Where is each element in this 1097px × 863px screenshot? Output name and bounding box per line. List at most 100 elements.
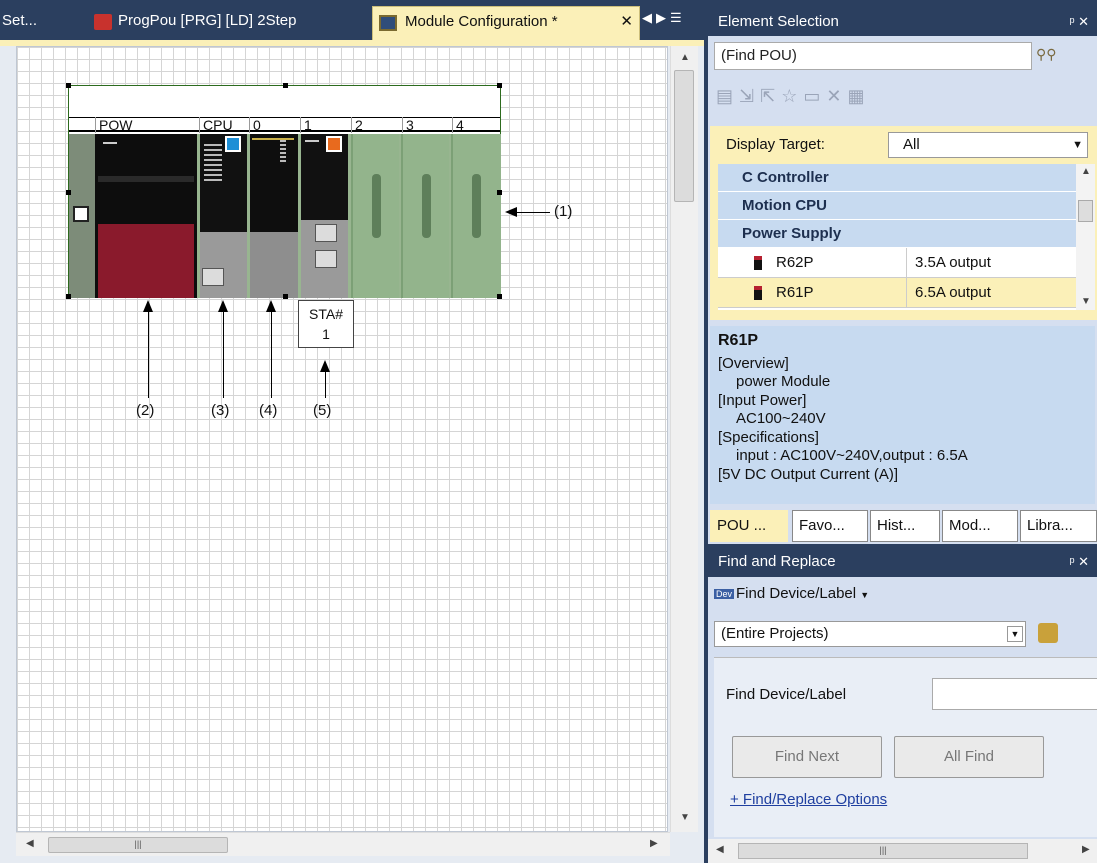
slot-1-module[interactable]: [301, 134, 348, 298]
horizontal-scrollbar[interactable]: ◀ ||| ▶: [708, 839, 1097, 863]
pin-icon[interactable]: ᵖ ✕: [1070, 8, 1089, 36]
station-number-box[interactable]: STA# 1: [298, 300, 354, 348]
scroll-down-icon[interactable]: ▼: [1081, 296, 1091, 307]
find-device-input[interactable]: [932, 678, 1097, 710]
all-find-button[interactable]: All Find: [894, 736, 1044, 778]
selection-handle[interactable]: [497, 83, 502, 88]
scroll-down-icon[interactable]: ▼: [680, 812, 690, 823]
scrollbar-thumb[interactable]: |||: [48, 837, 228, 853]
chevron-down-icon: ▼: [1072, 139, 1083, 151]
tab-module-configuration[interactable]: Module Configuration * ✕: [372, 6, 640, 40]
detail-line: [Overview]: [718, 354, 789, 372]
tab-label: Set...: [2, 12, 38, 29]
empty-slot-2[interactable]: [351, 134, 399, 298]
tab-module[interactable]: Mod...: [942, 510, 1018, 542]
slot-label-1: 1: [300, 117, 351, 133]
list-item-r61p[interactable]: R61P 6.5A output: [718, 278, 1076, 308]
properties-icon[interactable]: ▤: [716, 86, 739, 106]
selection-handle[interactable]: [66, 294, 71, 299]
power-supply-module[interactable]: [95, 134, 197, 298]
cpu-status-indicator: [225, 136, 241, 152]
empty-slot-4[interactable]: [451, 134, 501, 298]
slot-0-module[interactable]: [250, 134, 298, 298]
element-toolbar: ▤⇲⇱☆▭✕▦: [716, 86, 870, 107]
item-description: 3.5A output: [906, 248, 991, 278]
selection-handle[interactable]: [66, 83, 71, 88]
right-dock: Element Selection ᵖ ✕ (Find POU) ⚲⚲ ▤⇲⇱☆…: [708, 0, 1097, 863]
slot-label-row: POW CPU 0 1 2 3 4: [69, 117, 500, 133]
document-tab-bar: Set... ProgPou [PRG] [LD] 2Step Module C…: [0, 0, 706, 40]
cpu-module[interactable]: [200, 134, 247, 298]
tab-label: ProgPou [PRG] [LD] 2Step: [118, 12, 297, 29]
binoculars-icon[interactable]: ⚲⚲: [1036, 46, 1057, 63]
slot-1-lower-panel: [301, 220, 348, 298]
scroll-left-icon[interactable]: ◀: [26, 838, 34, 849]
empty-slot-3[interactable]: [401, 134, 449, 298]
collapse-icon[interactable]: ⇱: [760, 86, 781, 106]
detail-line: [5V DC Output Current (A)]: [718, 465, 899, 483]
scroll-left-icon[interactable]: ◀: [716, 844, 724, 855]
tab-list-icon[interactable]: ☰: [670, 10, 686, 25]
scrollbar-thumb[interactable]: [674, 70, 694, 202]
detail-line: power Module: [736, 373, 831, 390]
list-scrollbar[interactable]: ▲ ▼: [1076, 164, 1095, 310]
search-scope-value: (Entire Projects): [721, 625, 829, 642]
selection-handle[interactable]: [497, 294, 502, 299]
scrollbar-thumb[interactable]: |||: [738, 843, 1028, 859]
base-body: [69, 134, 501, 298]
tab-navigation[interactable]: ◀▶☰: [642, 10, 686, 26]
category-c-controller[interactable]: C Controller: [718, 164, 1076, 192]
tab-library[interactable]: Libra...: [1020, 510, 1097, 542]
tab-history[interactable]: Hist...: [870, 510, 940, 542]
scroll-right-icon[interactable]: ▶: [656, 10, 670, 25]
ethernet-port-icon: [315, 250, 337, 268]
pin-icon[interactable]: ᵖ ✕: [1070, 548, 1089, 576]
module-status-indicator: [326, 136, 342, 152]
display-options-icon[interactable]: ▦: [847, 86, 870, 106]
find-device-label: Find Device/Label: [726, 686, 847, 703]
horizontal-scrollbar[interactable]: ◀ ||| ▶: [16, 832, 670, 856]
scroll-up-icon[interactable]: ▲: [680, 52, 690, 63]
base-unit[interactable]: POW CPU 0 1 2 3 4: [66, 83, 502, 299]
selection-handle[interactable]: [66, 190, 71, 195]
find-pou-input[interactable]: (Find POU): [714, 42, 1032, 70]
selection-handle[interactable]: [283, 294, 288, 299]
find-form: Find Device/Label Find Next All Find + F…: [714, 657, 1097, 837]
find-mode-dropdown[interactable]: Dev Find Device/Label ▼: [714, 585, 869, 602]
detail-line: input : AC100V~240V,output : 6.5A: [736, 447, 968, 464]
selection-handle[interactable]: [497, 190, 502, 195]
tab-pou[interactable]: POU ...: [710, 510, 788, 542]
search-scope-select[interactable]: (Entire Projects) ▼: [714, 621, 1026, 647]
slot-label-3: 3: [402, 117, 452, 133]
favorite-icon[interactable]: ☆: [781, 86, 803, 106]
scroll-left-icon[interactable]: ◀: [642, 10, 656, 25]
scroll-up-icon[interactable]: ▲: [1081, 166, 1091, 177]
detail-title: R61P: [718, 332, 759, 349]
callout-line-2: [148, 310, 149, 398]
tab-progpou[interactable]: ProgPou [PRG] [LD] 2Step: [92, 6, 296, 40]
category-motion-cpu[interactable]: Motion CPU: [718, 192, 1076, 220]
delete-icon[interactable]: ✕: [826, 86, 847, 106]
scroll-right-icon[interactable]: ▶: [650, 838, 658, 849]
scroll-right-icon[interactable]: ▶: [1082, 844, 1090, 855]
category-power-supply[interactable]: Power Supply: [718, 220, 1076, 248]
vertical-scrollbar[interactable]: ▲ ▼: [670, 46, 698, 832]
expand-icon[interactable]: ⇲: [739, 86, 760, 106]
tab-settings[interactable]: Set...: [2, 6, 37, 40]
arrow-left-icon: [505, 207, 517, 217]
module-configuration-icon: [379, 15, 397, 31]
display-target-select[interactable]: All ▼: [888, 132, 1088, 158]
folder-icon[interactable]: ▭: [803, 86, 826, 106]
selection-handle[interactable]: [283, 83, 288, 88]
detail-line: AC100~240V: [736, 410, 826, 427]
element-detail: R61P [Overview] power Module [Input Powe…: [710, 326, 1095, 504]
close-icon[interactable]: ✕: [620, 7, 633, 37]
find-next-button[interactable]: Find Next: [732, 736, 882, 778]
tab-favorites[interactable]: Favo...: [792, 510, 868, 542]
power-module-icon: [754, 256, 762, 270]
scrollbar-thumb[interactable]: [1078, 200, 1093, 222]
find-replace-options-link[interactable]: + Find/Replace Options: [730, 791, 887, 808]
scope-settings-icon[interactable]: [1038, 623, 1058, 643]
list-item-r62p[interactable]: R62P 3.5A output: [718, 248, 1076, 278]
ladder-program-icon: [94, 14, 112, 30]
